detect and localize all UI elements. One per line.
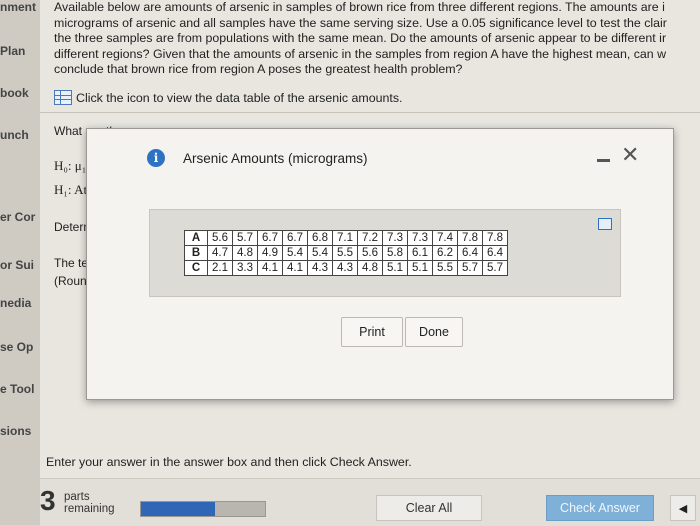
row-label: C — [184, 260, 208, 276]
sidebar-item-ebook[interactable]: book — [0, 86, 40, 100]
table-cell: 5.1 — [382, 260, 408, 276]
divider — [40, 112, 700, 113]
dialog-title: Arsenic Amounts (micrograms) — [183, 151, 368, 166]
table-panel: A 5.6 5.7 6.7 6.7 6.8 7.1 7.2 7.3 7.3 7.4 7.8 7.8 B 4.… — [149, 209, 621, 297]
answer-instruction: Enter your answer in the answer box and … — [46, 455, 412, 469]
table-cell: 5.4 — [282, 245, 308, 261]
table-cell: 4.3 — [307, 260, 333, 276]
parts-remaining-count: 3 — [40, 485, 56, 516]
table-cell: 7.8 — [482, 230, 508, 246]
table-row: A 5.6 5.7 6.7 6.7 6.8 7.1 7.2 7.3 7.3 7.4 7.8 7.8 — [184, 230, 508, 246]
table-row: B 4.7 4.8 4.9 5.4 5.4 5.5 5.6 5.8 6.1 6.2 6.4 6.4 — [184, 245, 508, 261]
table-cell: 6.1 — [407, 245, 433, 261]
parts-remaining-label: parts remaining — [64, 491, 115, 515]
table-row: C 2.1 3.3 4.1 4.1 4.3 4.3 4.8 5.1 5.1 5.5 5.7 5.7 — [184, 260, 508, 276]
parts-label-line: remaining — [64, 503, 115, 515]
sidebar-item-launch[interactable]: unch — [0, 128, 40, 142]
close-icon[interactable]: ✕ — [621, 144, 639, 166]
table-cell: 5.6 — [207, 230, 233, 246]
table-cell: 4.8 — [357, 260, 383, 276]
question-line: the three samples are from populations w… — [54, 31, 667, 46]
arsenic-data-table: A 5.6 5.7 6.7 6.7 6.8 7.1 7.2 7.3 7.3 7.4 7.8 7.8 B 4.… — [184, 230, 508, 276]
table-cell: 2.1 — [207, 260, 233, 276]
table-cell: 5.5 — [332, 245, 358, 261]
table-cell: 4.8 — [232, 245, 258, 261]
table-cell: 7.2 — [357, 230, 383, 246]
previous-arrow-icon[interactable]: ◀ — [670, 495, 696, 521]
course-sidebar: nment Plan book unch er Cor or Sui nedia… — [0, 0, 40, 525]
table-cell: 6.4 — [482, 245, 508, 261]
table-cell: 5.6 — [357, 245, 383, 261]
table-cell: 5.1 — [407, 260, 433, 276]
table-cell: 5.5 — [432, 260, 458, 276]
data-table-link[interactable]: Click the icon to view the data table of… — [54, 90, 402, 105]
progress-bar — [140, 501, 266, 517]
sidebar-item-multimedia[interactable]: nedia — [0, 296, 40, 310]
table-cell: 4.1 — [282, 260, 308, 276]
table-cell: 7.8 — [457, 230, 483, 246]
sidebar-item-course-options[interactable]: se Op — [0, 340, 40, 354]
print-button[interactable]: Print — [341, 317, 403, 347]
table-cell: 7.1 — [332, 230, 358, 246]
question-line: micrograms of arsenic and all samples ha… — [54, 15, 667, 30]
sidebar-item-study-plan[interactable]: Plan — [0, 44, 40, 58]
table-cell: 6.7 — [282, 230, 308, 246]
sidebar-item-assignment[interactable]: nment — [0, 0, 40, 14]
check-answer-button[interactable]: Check Answer — [546, 495, 654, 521]
progress-fill — [141, 502, 216, 516]
copy-table-icon[interactable] — [598, 218, 612, 230]
question-text: Available below are amounts of arsenic i… — [54, 0, 699, 78]
row-label: A — [184, 230, 208, 246]
question-line: Available below are amounts of arsenic i… — [54, 0, 665, 14]
parts-label-line: parts — [64, 491, 90, 503]
info-icon: i — [147, 149, 165, 167]
table-cell: 3.3 — [232, 260, 258, 276]
bottom-toolbar: 3 parts remaining Clear All Check Answer… — [40, 478, 700, 526]
table-cell: 4.7 — [207, 245, 233, 261]
table-cell: 7.3 — [407, 230, 433, 246]
table-cell: 4.1 — [257, 260, 283, 276]
sidebar-item-career-corner[interactable]: er Cor — [0, 210, 40, 224]
clear-all-button[interactable]: Clear All — [376, 495, 482, 521]
data-table-icon[interactable] — [54, 90, 72, 105]
table-cell: 7.4 — [432, 230, 458, 246]
table-cell: 6.8 — [307, 230, 333, 246]
table-cell: 6.7 — [257, 230, 283, 246]
table-cell: 4.3 — [332, 260, 358, 276]
table-cell: 4.9 — [257, 245, 283, 261]
question-line: conclude that brown rice from region A p… — [54, 62, 463, 77]
sidebar-item-tools[interactable]: e Tool — [0, 382, 40, 396]
dialog-header: i Arsenic Amounts (micrograms) ✕ — [87, 129, 673, 177]
table-cell: 7.3 — [382, 230, 408, 246]
table-cell: 5.7 — [482, 260, 508, 276]
table-cell: 5.7 — [232, 230, 258, 246]
data-table-dialog: i Arsenic Amounts (micrograms) ✕ A 5.6 5.7… — [86, 128, 674, 400]
sidebar-item-sessions[interactable]: sions — [0, 424, 40, 438]
table-cell: 5.4 — [307, 245, 333, 261]
table-cell: 6.2 — [432, 245, 458, 261]
table-cell: 5.8 — [382, 245, 408, 261]
row-label: B — [184, 245, 208, 261]
sidebar-item-tutor-support[interactable]: or Sui — [0, 258, 40, 272]
data-link-text: Click the icon to view the data table of… — [76, 90, 403, 105]
table-cell: 6.4 — [457, 245, 483, 261]
question-line: different regions? Given that the amount… — [54, 46, 667, 61]
done-button[interactable]: Done — [405, 317, 463, 347]
table-cell: 5.7 — [457, 260, 483, 276]
minimize-icon[interactable] — [597, 159, 610, 162]
